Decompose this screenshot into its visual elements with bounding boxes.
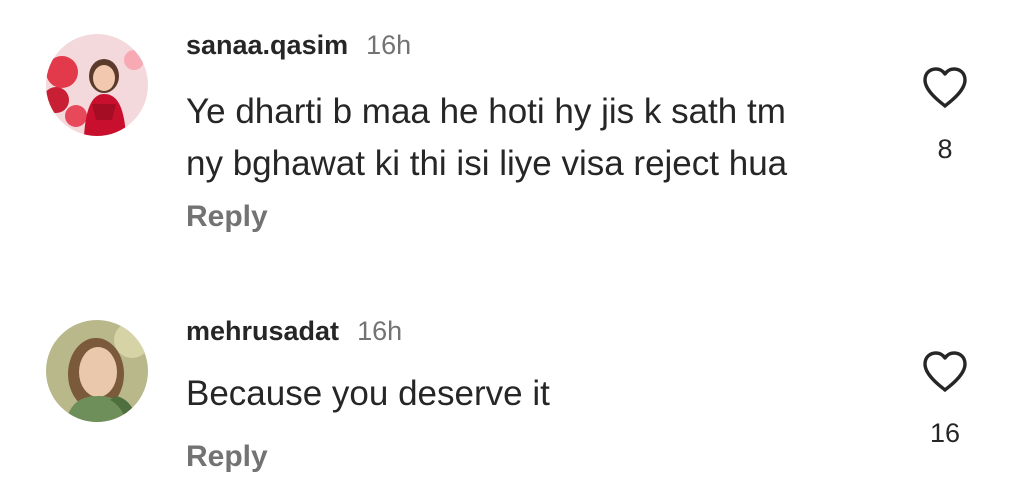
comment-text: Ye dharti b maa he hoti hy jis k sath tm… (186, 86, 886, 190)
like-count: 8 (937, 134, 953, 164)
reply-button[interactable]: Reply (186, 200, 268, 234)
comment-text-line: Because you deserve it (186, 374, 550, 413)
heart-outline-icon[interactable] (921, 350, 969, 394)
like-control: 16 (917, 350, 973, 449)
heart-outline-icon[interactable] (921, 66, 969, 110)
reply-button[interactable]: Reply (186, 440, 268, 474)
username[interactable]: mehrusadat (186, 316, 339, 347)
like-control: 8 (917, 66, 973, 165)
comment-meta: sanaa.qasim 16h (186, 30, 411, 61)
timestamp: 16h (357, 316, 403, 346)
comment-text: Because you deserve it (186, 368, 886, 420)
comment-item: mehrusadat 16h Because you deserve it Re… (0, 300, 1024, 495)
profile-photo-icon (46, 320, 148, 422)
user-avatar[interactable] (46, 320, 148, 422)
comment-text-line: Ye dharti b maa he hoti hy jis k sath tm (186, 92, 786, 131)
username[interactable]: sanaa.qasim (186, 30, 348, 61)
timestamp: 16h (366, 30, 412, 60)
comment-text-line: ny bghawat ki thi isi liye visa reject h… (186, 144, 788, 183)
like-count: 16 (929, 418, 961, 448)
comment-meta: mehrusadat 16h (186, 316, 402, 347)
comment-item: sanaa.qasim 16h Ye dharti b maa he hoti … (0, 0, 1024, 260)
user-avatar[interactable] (46, 34, 148, 136)
profile-photo-icon (46, 34, 148, 136)
